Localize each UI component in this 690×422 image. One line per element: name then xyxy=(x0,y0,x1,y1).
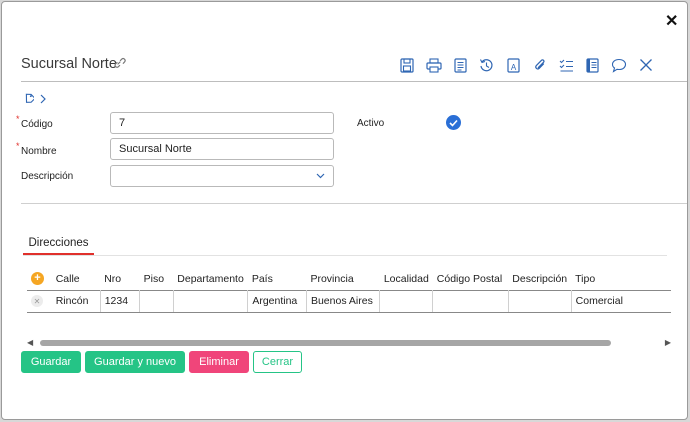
page-title: Sucursal Norte xyxy=(21,56,117,72)
checkmark-icon xyxy=(449,119,458,127)
column-header[interactable]: Tipo xyxy=(571,268,671,290)
nombre-label-wrap: * Nombre xyxy=(16,141,57,157)
attachment-icon[interactable] xyxy=(527,56,554,74)
tags-row xyxy=(23,93,46,104)
descripcion-label: Descripción xyxy=(21,171,74,182)
codigo-field[interactable]: 7 xyxy=(110,112,334,134)
provincia-cell[interactable]: Buenos Aires xyxy=(306,290,381,313)
chevron-right-icon[interactable] xyxy=(40,94,46,104)
scroll-right-icon[interactable]: ▶ xyxy=(665,338,671,347)
direcciones-table: + Calle Nro Piso Departamento País Provi… xyxy=(27,268,671,313)
column-header[interactable]: Localidad xyxy=(380,268,433,290)
codigo-label: Código xyxy=(21,119,53,130)
notes-icon[interactable] xyxy=(580,56,607,74)
tab-strip-line xyxy=(23,255,667,256)
svg-text:A: A xyxy=(511,63,517,72)
calle-cell[interactable]: Rincón xyxy=(51,290,101,313)
nro-cell[interactable]: 1234 xyxy=(100,290,141,313)
column-header[interactable]: Descripción xyxy=(508,268,571,290)
save-and-new-button[interactable]: Guardar y nuevo xyxy=(85,351,185,373)
document-icon[interactable] xyxy=(447,56,474,74)
departamento-cell[interactable] xyxy=(173,290,249,313)
delete-row-icon[interactable]: ✕ xyxy=(31,295,43,308)
link-icon[interactable] xyxy=(112,56,126,70)
header-divider xyxy=(21,81,687,82)
tipo-cell[interactable]: Comercial xyxy=(571,290,671,313)
column-header[interactable]: Calle xyxy=(52,268,100,290)
translate-icon[interactable]: A xyxy=(500,56,527,74)
close-icon[interactable] xyxy=(633,56,660,74)
column-header[interactable]: Provincia xyxy=(306,268,379,290)
pais-cell[interactable]: Argentina xyxy=(247,290,307,313)
table-header-row: + Calle Nro Piso Departamento País Provi… xyxy=(27,268,671,290)
activo-label: Activo xyxy=(357,118,385,129)
close-button[interactable]: Cerrar xyxy=(253,351,302,373)
comment-icon[interactable] xyxy=(606,56,633,74)
scrollbar-thumb[interactable] xyxy=(40,340,611,346)
add-row-icon[interactable]: + xyxy=(31,272,44,286)
form-divider xyxy=(21,203,687,204)
localidad-cell[interactable] xyxy=(379,290,434,313)
history-icon[interactable] xyxy=(474,56,501,74)
modal-close-icon[interactable]: ✕ xyxy=(665,11,678,31)
column-header[interactable]: Piso xyxy=(140,268,174,290)
required-marker: * xyxy=(16,141,20,151)
tab-direcciones[interactable]: Direcciones xyxy=(23,236,94,255)
delete-button[interactable]: Eliminar xyxy=(189,351,249,373)
nombre-field[interactable]: Sucursal Norte xyxy=(110,138,334,160)
save-button[interactable]: Guardar xyxy=(21,351,81,373)
tag-icon[interactable] xyxy=(23,93,34,104)
column-header[interactable]: Código Postal xyxy=(433,268,509,290)
horizontal-scrollbar[interactable]: ◀ ▶ xyxy=(27,337,671,349)
codigo-label-wrap: * Código xyxy=(16,114,53,130)
descripcion-select[interactable] xyxy=(110,165,334,187)
print-icon[interactable] xyxy=(421,56,448,74)
codigo-postal-cell[interactable] xyxy=(432,290,509,313)
required-marker: * xyxy=(16,114,20,124)
column-header[interactable]: País xyxy=(248,268,307,290)
nombre-value: Sucursal Norte xyxy=(119,143,192,155)
column-header[interactable]: Nro xyxy=(100,268,139,290)
chevron-down-icon xyxy=(316,173,325,179)
save-icon[interactable] xyxy=(394,56,421,74)
delete-row-cell: ✕ xyxy=(27,290,52,313)
descripcion-cell[interactable] xyxy=(508,290,572,313)
modal-dialog: ✕ Sucursal Norte A * Código 7 Activo * N… xyxy=(1,1,688,420)
checklist-icon[interactable] xyxy=(553,56,580,74)
scroll-left-icon[interactable]: ◀ xyxy=(27,338,33,347)
nombre-label: Nombre xyxy=(21,146,57,157)
column-header[interactable]: Departamento xyxy=(173,268,248,290)
toolbar: A xyxy=(394,56,659,74)
table-row: ✕ Rincón 1234 Argentina Buenos Aires Com… xyxy=(27,290,671,313)
piso-cell[interactable] xyxy=(139,290,174,313)
codigo-value: 7 xyxy=(119,117,126,129)
add-row-cell: + xyxy=(27,268,52,290)
activo-checkbox[interactable] xyxy=(446,115,461,130)
